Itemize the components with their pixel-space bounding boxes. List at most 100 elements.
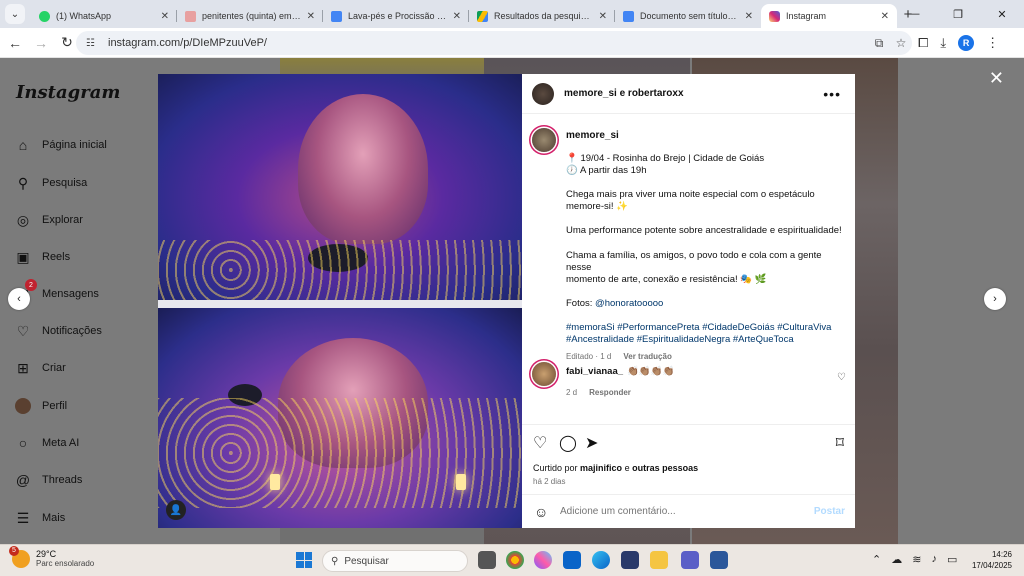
chrome-icon[interactable] bbox=[506, 551, 524, 569]
liked-by-others[interactable]: outras pessoas bbox=[632, 463, 698, 473]
edge-icon[interactable] bbox=[592, 551, 610, 569]
sidebar-item-explore[interactable]: ◎ Explorar bbox=[14, 211, 83, 229]
extensions-icon[interactable]: ⧠ bbox=[918, 35, 928, 51]
comment-text: 👏🏽👏🏽👏🏽👏🏽 bbox=[627, 366, 675, 377]
search-icon: ⚲ bbox=[331, 555, 339, 567]
chrome-menu-icon[interactable]: ⋮ bbox=[986, 35, 999, 51]
sidebar-item-label: Threads bbox=[42, 474, 83, 486]
close-tab-icon[interactable]: ✕ bbox=[745, 11, 753, 22]
post-actions: ♡ ◯ ➤ ⌑ Curtido por majinifico e outras … bbox=[522, 424, 855, 494]
sidebar-item-notifications[interactable]: ♡ Notificações bbox=[14, 322, 102, 340]
bookmark-icon[interactable]: ⌑ bbox=[836, 433, 844, 453]
comment-icon[interactable]: ◯ bbox=[559, 433, 577, 453]
battery-icon[interactable]: ▭ bbox=[947, 553, 957, 566]
instagram-logo[interactable]: Instagram bbox=[16, 82, 120, 103]
site-info-icon[interactable]: ☷ bbox=[86, 38, 100, 49]
install-app-icon[interactable]: ⧉ bbox=[868, 36, 890, 51]
wifi-icon[interactable]: ≋ bbox=[912, 553, 921, 566]
sidebar-item-label: Página inicial bbox=[42, 139, 107, 151]
chevron-up-icon[interactable]: ⌃ bbox=[872, 553, 881, 566]
address-bar[interactable]: ☷ instagram.com/p/DIeMPzuuVeP/ ⧉ ☆ bbox=[76, 31, 912, 55]
reply-button[interactable]: Responder bbox=[589, 388, 631, 397]
close-tab-icon[interactable]: ✕ bbox=[161, 11, 169, 22]
profile-avatar[interactable]: R bbox=[958, 35, 975, 51]
hashtags[interactable]: #Ancestralidade #EspiritualidadeNegra #A… bbox=[566, 334, 846, 346]
close-tab-icon[interactable]: ✕ bbox=[881, 11, 889, 22]
liked-by: Curtido por majinifico e outras pessoas bbox=[533, 463, 698, 473]
comment-username[interactable]: fabi_vianaa_ bbox=[566, 366, 623, 377]
tab-documento[interactable]: Documento sem título - Do ✕ bbox=[615, 4, 761, 28]
weather-widget[interactable]: 5 29°C Parc ensolarado bbox=[9, 545, 95, 568]
hashtags[interactable]: #memoraSi #PerformancePreta #CidadeDeGoi… bbox=[566, 322, 846, 334]
tagged-users-icon[interactable]: 👤 bbox=[166, 500, 186, 520]
post-header-usernames[interactable]: memore_si e robertaroxx bbox=[564, 88, 684, 99]
tab-resultados[interactable]: Resultados da pesquisa - G ✕ bbox=[469, 4, 615, 28]
download-icon[interactable]: ⤓ bbox=[940, 35, 946, 51]
caption-line bbox=[566, 238, 846, 250]
previous-post-button[interactable]: ‹ bbox=[8, 288, 30, 310]
heart-icon[interactable]: ♡ bbox=[837, 372, 846, 383]
sidebar-item-label: Notificações bbox=[42, 325, 102, 337]
tab-title: Resultados da pesquisa - G bbox=[494, 11, 593, 21]
heart-icon: ♡ bbox=[16, 322, 30, 339]
file-explorer-icon[interactable] bbox=[650, 551, 668, 569]
close-window-icon[interactable]: ✕ bbox=[980, 0, 1024, 28]
tab-lava-pes[interactable]: Lava-pés e Procissão dos P ✕ bbox=[323, 4, 469, 28]
back-icon[interactable]: ← bbox=[2, 35, 28, 51]
outlook-icon[interactable] bbox=[563, 551, 581, 569]
caption-author[interactable]: memore_si bbox=[566, 130, 846, 143]
liked-by-user[interactable]: majinifico bbox=[580, 463, 622, 473]
close-tab-icon[interactable]: ✕ bbox=[599, 11, 607, 22]
post-comment-button[interactable]: Postar bbox=[814, 506, 845, 517]
store-icon[interactable] bbox=[621, 551, 639, 569]
task-view-icon[interactable] bbox=[478, 551, 496, 569]
clock[interactable]: 14:26 17/04/2025 bbox=[972, 549, 1012, 571]
like-heart-icon[interactable]: ♡ bbox=[533, 433, 547, 453]
sidebar-item-create[interactable]: ⊞ Criar bbox=[14, 359, 66, 377]
teams-icon[interactable] bbox=[681, 551, 699, 569]
forward-icon[interactable]: → bbox=[28, 35, 54, 51]
sidebar-item-search[interactable]: ⚲ Pesquisa bbox=[14, 174, 87, 192]
sidebar-item-label: Mensagens bbox=[42, 288, 99, 300]
word-icon[interactable] bbox=[710, 551, 728, 569]
more-options-icon[interactable]: ••• bbox=[823, 86, 841, 102]
next-post-button[interactable]: › bbox=[984, 288, 1006, 310]
caption-line bbox=[566, 286, 846, 298]
sidebar-item-meta-ai[interactable]: ○ Meta AI bbox=[14, 434, 80, 452]
tab-whatsapp[interactable]: (1) WhatsApp ✕ bbox=[31, 4, 177, 28]
restore-icon[interactable]: ❐ bbox=[936, 0, 980, 28]
emoji-icon[interactable]: ☺ bbox=[534, 504, 552, 520]
sun-icon: 5 bbox=[9, 545, 30, 568]
sidebar-item-home[interactable]: ⌂ Página inicial bbox=[14, 136, 107, 154]
windows-start-icon[interactable] bbox=[296, 552, 312, 568]
copilot-icon[interactable] bbox=[534, 551, 552, 569]
weather-description: Parc ensolarado bbox=[36, 559, 95, 568]
comment-input[interactable] bbox=[560, 506, 814, 517]
minimize-icon[interactable]: — bbox=[892, 0, 936, 28]
tab-instagram[interactable]: Instagram ✕ bbox=[761, 4, 897, 28]
tab-penitentes[interactable]: penitentes (quinta) em JOÃ ✕ bbox=[177, 4, 323, 28]
avatar[interactable] bbox=[532, 128, 556, 152]
tab-search-button[interactable]: ⌄ bbox=[5, 4, 25, 24]
sidebar-item-more[interactable]: ☰ Mais bbox=[14, 509, 66, 527]
see-translation-link[interactable]: Ver tradução bbox=[623, 352, 671, 362]
cloud-icon[interactable]: ☁ bbox=[891, 553, 902, 566]
caption-line: Uma performance potente sobre ancestrali… bbox=[566, 225, 842, 237]
volume-icon[interactable]: ♪ bbox=[931, 553, 937, 566]
liked-by-and: e bbox=[624, 463, 630, 473]
caption-line bbox=[566, 177, 846, 189]
window-controls: — ❐ ✕ bbox=[892, 0, 1024, 28]
close-icon[interactable]: ✕ bbox=[989, 68, 1004, 89]
sidebar-item-threads[interactable]: @ Threads bbox=[14, 471, 82, 489]
bookmark-star-icon[interactable]: ☆ bbox=[890, 36, 912, 50]
close-tab-icon[interactable]: ✕ bbox=[307, 11, 315, 22]
avatar[interactable] bbox=[532, 362, 556, 386]
url-text[interactable]: instagram.com/p/DIeMPzuuVeP/ bbox=[108, 37, 868, 49]
sidebar-item-profile[interactable]: Perfil bbox=[14, 397, 67, 415]
taskbar-search[interactable]: ⚲ Pesquisar bbox=[322, 550, 468, 572]
avatar[interactable] bbox=[532, 82, 554, 105]
share-icon[interactable]: ➤ bbox=[585, 433, 598, 453]
close-tab-icon[interactable]: ✕ bbox=[453, 11, 461, 22]
photographer-link[interactable]: @honoratooooo bbox=[595, 298, 663, 309]
sidebar-item-reels[interactable]: ▣ Reels bbox=[14, 248, 70, 266]
